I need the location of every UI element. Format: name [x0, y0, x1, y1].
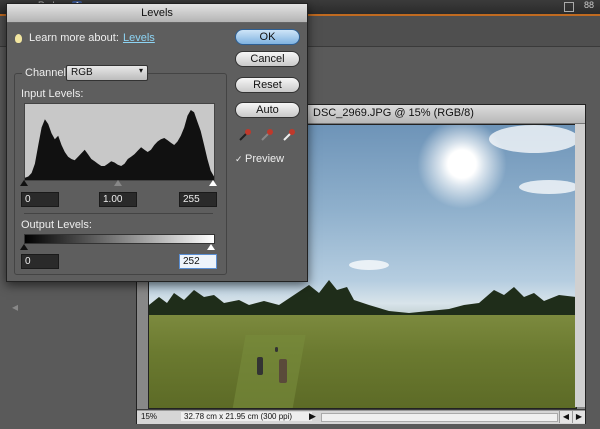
input-slider[interactable] [20, 180, 217, 186]
document-statusbar: 15% 32.78 cm x 21.95 cm (300 ppi) ▶ ◀ ▶ [137, 410, 585, 424]
input-white-handle[interactable] [209, 180, 217, 186]
levels-dialog: Levels Learn more about: Levels Channel:… [6, 3, 308, 282]
cloud [519, 180, 576, 194]
learn-more-link[interactable]: Levels [123, 32, 155, 44]
histogram-area [25, 110, 214, 180]
hiker [279, 359, 287, 383]
histogram [24, 103, 215, 181]
reset-button[interactable]: Reset [235, 77, 300, 93]
input-levels-label: Input Levels: [21, 88, 84, 100]
dialog-title: Levels [141, 7, 173, 19]
preview-label: Preview [245, 153, 285, 165]
dialog-titlebar[interactable]: Levels [7, 4, 307, 23]
channel-label: Channel: [22, 67, 73, 79]
topbar-number: 88 [583, 0, 594, 10]
output-levels-label: Output Levels: [21, 219, 92, 231]
histogram-graph [25, 110, 214, 180]
divider [24, 213, 213, 214]
gray-eyedropper-icon[interactable] [260, 128, 274, 142]
panel-icon[interactable] [564, 2, 574, 12]
horizontal-scrollbar[interactable] [321, 413, 558, 422]
output-black-handle[interactable] [20, 244, 28, 250]
vertical-scrollbar[interactable] [575, 124, 585, 407]
output-white-handle[interactable] [207, 244, 215, 250]
chevron-down-icon: ▾ [138, 66, 143, 75]
zoom-level[interactable]: 15% [141, 412, 171, 421]
output-gradient-bar [24, 234, 215, 244]
cancel-button[interactable]: Cancel [235, 51, 300, 67]
scroll-right-icon[interactable]: ▶ [572, 411, 585, 423]
input-gamma-field[interactable]: 1.00 [99, 192, 137, 207]
learn-more-label: Learn more about: [29, 32, 119, 44]
document-dimensions: 32.78 cm x 21.95 cm (300 ppi) [181, 412, 312, 421]
meadow [149, 315, 576, 408]
ok-button[interactable]: OK [235, 29, 300, 45]
output-white-field[interactable]: 252 [179, 254, 217, 269]
input-white-field[interactable]: 255 [179, 192, 217, 207]
cloud [349, 260, 389, 270]
panel-collapse-icon[interactable]: ◂ [12, 300, 18, 314]
document-title: DSC_2969.JPG @ 15% (RGB/8) [313, 107, 474, 119]
preview-checkbox[interactable]: ✓ [235, 155, 243, 164]
hiker [275, 347, 278, 352]
channel-select[interactable]: RGB ▾ [66, 65, 148, 81]
cloud [489, 125, 576, 153]
status-menu-arrow-icon[interactable]: ▶ [309, 411, 316, 422]
auto-button[interactable]: Auto [235, 102, 300, 118]
output-black-field[interactable]: 0 [21, 254, 59, 269]
input-black-handle[interactable] [20, 180, 28, 186]
white-eyedropper-icon[interactable] [282, 128, 296, 142]
scroll-left-icon[interactable]: ◀ [559, 411, 572, 423]
channel-value: RGB [71, 67, 93, 78]
output-slider[interactable] [20, 244, 215, 250]
black-eyedropper-icon[interactable] [238, 128, 252, 142]
input-gamma-handle[interactable] [114, 180, 122, 186]
hiker [257, 357, 263, 375]
lightbulb-icon [15, 34, 22, 43]
input-black-field[interactable]: 0 [21, 192, 59, 207]
